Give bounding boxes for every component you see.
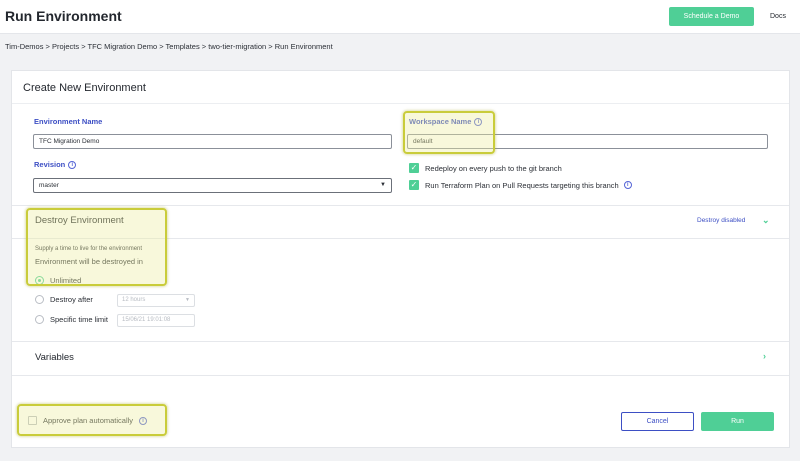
workspace-name-input[interactable]: default — [407, 134, 768, 149]
redeploy-on-push-checkbox[interactable]: ✓ Redeploy on every push to the git bran… — [409, 163, 562, 173]
form-title: Create New Environment — [23, 82, 146, 94]
info-icon[interactable]: i — [474, 118, 483, 127]
radio-destroy-after[interactable]: Destroy after — [35, 295, 93, 304]
radio-specific-time[interactable]: Specific time limit — [35, 315, 108, 324]
chevron-down-icon[interactable]: ⌄ — [762, 215, 770, 226]
radio-selected-icon — [35, 276, 44, 285]
destroy-status: Destroy disabled — [697, 217, 746, 224]
chevron-right-icon[interactable]: › — [763, 351, 766, 361]
workspace-name-label: Workspace Name i — [409, 117, 483, 127]
radio-specific-time-label: Specific time limit — [50, 315, 108, 324]
radio-destroy-after-label: Destroy after — [50, 295, 93, 304]
destroy-after-select[interactable]: 12 hours ▼ — [117, 294, 195, 307]
redeploy-on-push-label: Redeploy on every push to the git branch — [425, 163, 562, 173]
destroy-hint: Supply a time to live for the environmen… — [35, 246, 143, 252]
divider — [12, 205, 789, 206]
revision-select[interactable]: master ▼ — [33, 178, 392, 193]
run-plan-on-pr-checkbox[interactable]: ✓ Run Terraform Plan on Pull Requests ta… — [409, 180, 632, 190]
info-icon[interactable]: i — [623, 181, 632, 189]
workspace-name-label-text: Workspace Name — [409, 117, 472, 126]
breadcrumb[interactable]: Tim-Demos > Projects > TFC Migration Dem… — [5, 42, 333, 51]
checkmark-icon: ✓ — [409, 180, 419, 190]
divider — [12, 238, 789, 239]
caret-down-icon: ▼ — [380, 182, 386, 188]
checkmark-icon: ✓ — [409, 163, 419, 173]
checkbox-icon — [28, 416, 37, 425]
revision-select-value: master — [39, 182, 59, 189]
destroy-subtitle: Environment will be destroyed in — [35, 257, 143, 266]
docs-link[interactable]: Docs — [770, 13, 786, 20]
radio-unlimited[interactable]: Unlimited — [35, 276, 81, 285]
info-icon[interactable]: i — [139, 416, 148, 425]
destroy-environment-title[interactable]: Destroy Environment — [35, 215, 124, 226]
info-icon[interactable]: i — [68, 161, 77, 170]
revision-label-text: Revision — [34, 160, 66, 169]
approve-plan-label: Approve plan automatically — [43, 416, 134, 425]
environment-name-input[interactable]: TFC Migration Demo — [33, 134, 392, 149]
revision-label: Revision i — [34, 160, 77, 170]
variables-title[interactable]: Variables — [35, 352, 74, 363]
radio-icon — [35, 295, 44, 304]
divider — [12, 103, 789, 104]
radio-icon — [35, 315, 44, 324]
caret-down-icon: ▼ — [185, 297, 190, 303]
page-title: Run Environment — [5, 8, 122, 24]
divider — [12, 341, 789, 342]
destroy-after-value: 12 hours — [122, 297, 146, 303]
schedule-demo-button[interactable]: Schedule a Demo — [669, 7, 754, 26]
run-button[interactable]: Run — [701, 412, 774, 431]
approve-plan-checkbox[interactable]: Approve plan automatically i — [28, 416, 148, 425]
specific-time-input[interactable]: 15/06/21 19:01:08 — [117, 314, 195, 327]
environment-name-label: Environment Name — [34, 117, 103, 126]
radio-unlimited-label: Unlimited — [50, 276, 82, 285]
run-plan-on-pr-label: Run Terraform Plan on Pull Requests targ… — [425, 180, 619, 190]
cancel-button[interactable]: Cancel — [621, 412, 694, 431]
top-bar: Run Environment Schedule a Demo Docs — [0, 0, 800, 34]
divider — [12, 375, 789, 376]
create-environment-card: Create New Environment Environment Name … — [11, 70, 790, 448]
